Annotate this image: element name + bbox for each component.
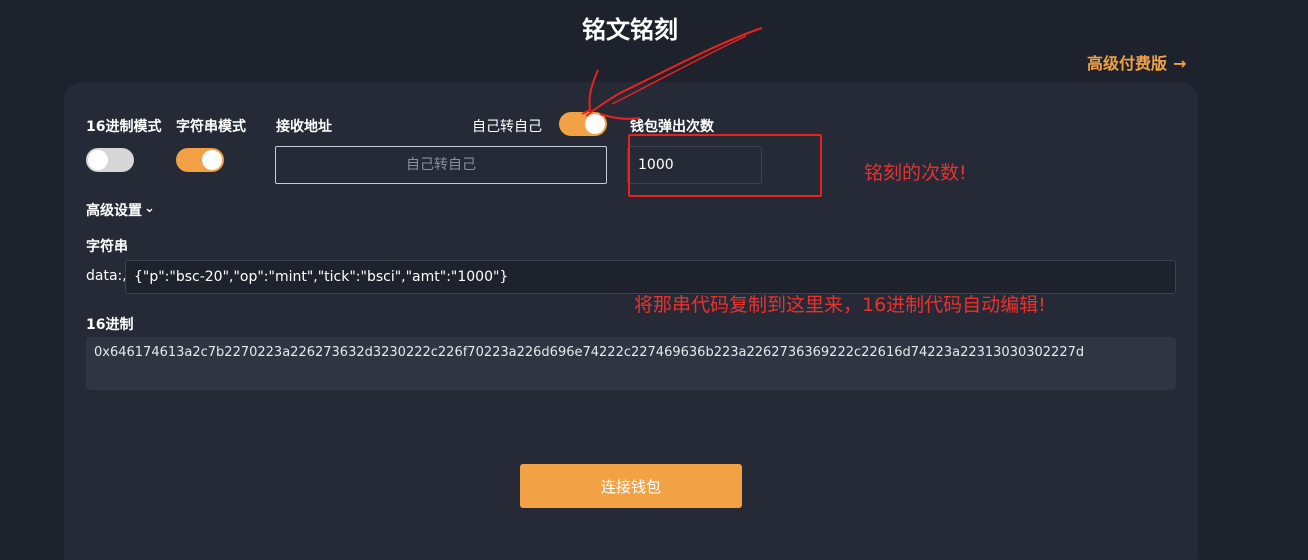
data-prefix: data:, xyxy=(86,268,127,284)
string-input[interactable] xyxy=(125,260,1176,294)
receive-address-input[interactable] xyxy=(275,146,607,184)
toggle-knob xyxy=(585,114,605,134)
premium-link-label: 高级付费版 xyxy=(1087,54,1168,73)
premium-version-link[interactable]: 高级付费版 → xyxy=(1087,50,1186,74)
hex-mode-label: 16进制模式 xyxy=(86,119,162,135)
hex-output[interactable]: 0x646174613a2c7b2270223a226273632d323022… xyxy=(86,337,1176,390)
string-mode-label: 字符串模式 xyxy=(176,119,246,135)
self-transfer-toggle[interactable] xyxy=(559,112,607,136)
advanced-settings-toggle[interactable]: 高级设置 ⌄ xyxy=(86,200,155,220)
string-mode-toggle[interactable] xyxy=(176,148,224,172)
count-annotation: 铭刻的次数! xyxy=(864,162,967,184)
page-title: 铭文铭刻 xyxy=(582,16,678,44)
hex-mode-toggle[interactable] xyxy=(86,148,134,172)
hex-section-label: 16进制 xyxy=(86,317,134,333)
arrow-right-icon: → xyxy=(1173,54,1187,73)
string-section-label: 字符串 xyxy=(86,239,128,255)
receive-address-label: 接收地址 xyxy=(276,119,332,135)
wallet-popup-count-label: 钱包弹出次数 xyxy=(630,119,714,135)
chevron-down-icon: ⌄ xyxy=(144,201,155,216)
connect-wallet-button[interactable]: 连接钱包 xyxy=(520,464,742,508)
annotation-highlight-box xyxy=(628,134,822,197)
self-transfer-label: 自己转自己 xyxy=(472,119,542,135)
toggle-knob xyxy=(88,150,108,170)
advanced-settings-label: 高级设置 xyxy=(86,203,142,219)
toggle-knob xyxy=(202,150,222,170)
copy-annotation: 将那串代码复制到这里来，16进制代码自动编辑! xyxy=(634,294,1046,316)
